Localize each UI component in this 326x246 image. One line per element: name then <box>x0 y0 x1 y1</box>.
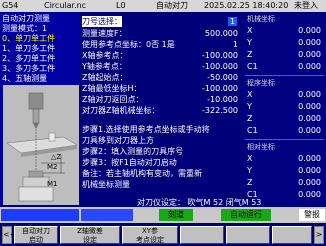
param-label: Z轴起始点： <box>82 73 128 82</box>
softkey-xy-line1: XY参 <box>141 227 159 235</box>
program-coord-y: Y 0.000 <box>247 102 321 111</box>
instruction-step3: 步骤3：按F1自动对刀启动 <box>82 158 177 167</box>
param-value[interactable]: -50.000 <box>207 72 238 83</box>
program-name: Circular.nc <box>44 1 87 10</box>
param-value[interactable]: -100.000 <box>202 61 238 72</box>
status-segment-gray <box>135 209 157 221</box>
machine-coord-z: Z 0.000 <box>247 50 321 59</box>
param-row-setter-z-machine[interactable]: 对刀器Z轴机械坐标： -322.500 <box>82 105 242 116</box>
relative-coord-z: Z 0.000 <box>247 178 321 187</box>
param-label: 对刀器Z轴机械坐标： <box>82 106 160 115</box>
tool-setter-diagram: M2 △Z M1 <box>3 85 79 205</box>
menu-item-single-tool-single-part[interactable]: 0、单刀单工件 <box>2 34 55 44</box>
tool-setter-settings: 对刀仪设定： 吹气M 52 闭气M 53 <box>137 198 261 207</box>
machine-coord-title: 机械坐标 <box>247 15 275 23</box>
air-off-label: 闭气M <box>225 198 249 207</box>
instruction-note-cont: 机械坐标测量 <box>82 180 130 189</box>
param-label: 刀号选择： <box>82 16 122 27</box>
softkey-empty-5[interactable] <box>226 226 270 244</box>
program-coord-z: Z 0.000 <box>247 114 321 123</box>
status-bar: G54 Circular.nc L0 自动对刀 2025.02.25 18:40… <box>0 0 326 12</box>
instruction-step1: 步骤1.选择使用参考点坐标或手动将 <box>82 125 210 134</box>
screen-title: 自动对刀 <box>156 1 188 10</box>
machine-coord-x: X 0.000 <box>247 26 321 35</box>
param-label: Y轴参考点： <box>82 62 127 71</box>
param-row-z-lowest[interactable]: Z轴最低坐标H： -100.000 <box>82 83 242 94</box>
instruction-step1-cont: 刀具移到对刀器上方 <box>82 136 154 145</box>
param-row-z-start[interactable]: Z轴起始点： -50.000 <box>82 72 242 83</box>
air-off-mcode: 53 <box>251 198 262 207</box>
param-row-x-reference[interactable]: X轴参考点： -100.000 <box>82 50 242 61</box>
softkey-next-arrow[interactable]: > <box>314 226 324 244</box>
program-coord-x: X 0.000 <box>247 90 321 99</box>
param-label: 使用参考点坐标：0否 1是 <box>82 40 175 49</box>
instruction-note: 备注：若主轴机构有变动，需重新 <box>82 169 202 178</box>
param-label: 测量速度F： <box>82 29 127 38</box>
param-label: X轴参考点： <box>82 51 128 60</box>
param-value[interactable]: 1 <box>233 39 238 50</box>
softkey-xy-reference[interactable]: XY参 考点设定 <box>122 226 178 244</box>
coordinate-system: G54 <box>2 1 19 10</box>
param-label: Z轴最低坐标H： <box>82 84 142 93</box>
delta-z-label: △Z <box>51 153 62 161</box>
menu-item-five-axis[interactable]: 4、五轴测量 <box>2 74 47 84</box>
status-segment-blue <box>1 209 79 221</box>
menu-item-mode[interactable]: 测量模式：1 <box>2 24 47 34</box>
status-segment-gray-2 <box>195 209 219 221</box>
param-row-use-reference[interactable]: 使用参考点坐标：0否 1是 1 <box>82 39 242 50</box>
softkey-empty-4[interactable] <box>180 226 224 244</box>
param-row-y-reference[interactable]: Y轴参考点： -100.000 <box>82 61 242 72</box>
machine-coord-y: Y 0.000 <box>247 38 321 47</box>
softkey-z-line2: 设定 <box>83 236 97 244</box>
param-value[interactable]: -322.500 <box>202 105 238 116</box>
coord-divider <box>245 75 324 76</box>
login-status: 未登入 <box>294 1 318 10</box>
menu-title: 自动对刀测量 <box>2 14 50 23</box>
softkey-xy-line2: 考点设定 <box>136 236 164 244</box>
instruction-step2: 步骤2：填入测量的刀具序号 <box>82 147 184 156</box>
softkey-f1-line1: 自动对刀 <box>22 227 50 235</box>
alarm-indicator: 警报 <box>299 209 325 221</box>
softkey-prev-arrow[interactable]: << <box>2 226 16 244</box>
status-segment-blue-2 <box>81 209 133 221</box>
param-value[interactable]: 500.000 <box>205 28 238 39</box>
auto-run-indicator: 自动运行 <box>221 209 271 221</box>
relative-coord-title: 相对坐标 <box>247 143 275 151</box>
machine-coord-c1: C1 0.000 <box>247 62 321 71</box>
param-row-z-return[interactable]: Z轴对刀返回点： -10.000 <box>82 94 242 105</box>
program-coord-title: 程序坐标 <box>247 79 275 87</box>
program-coord-c1: C1 0.000 <box>247 126 321 135</box>
relative-coord-x: X 0.000 <box>247 154 321 163</box>
datetime: 2025.02.25 18:40:20 <box>204 1 289 10</box>
param-value-input[interactable]: 1 <box>228 17 237 26</box>
m2-label: M2 <box>47 163 58 171</box>
param-value[interactable]: -100.000 <box>202 50 238 61</box>
softkey-z-line1: Z轴微差 <box>77 227 103 235</box>
softkey-z-offset[interactable]: Z轴微差 设定 <box>60 226 120 244</box>
air-blow-label: 对刀仪设定： 吹气M <box>137 198 211 207</box>
status-segment-gray-3 <box>273 209 297 221</box>
tool-length: L0 <box>116 1 126 10</box>
tool-setter-illustration <box>3 85 79 205</box>
softkey-f1-auto-tool-set[interactable]: 自动对刀 启动 <box>14 226 58 244</box>
param-row-tool-number[interactable]: 刀号选择： 1 <box>82 16 242 27</box>
param-value[interactable]: -10.000 <box>207 94 238 105</box>
coord-divider <box>245 139 324 140</box>
measure-menu-panel: 自动对刀测量 测量模式：1 0、单刀单工件 1、单刀多工件 2、多刀单工件 3、… <box>0 12 80 205</box>
air-blow-mcode: 52 <box>213 198 224 207</box>
menu-item-multi-tool-single-part[interactable]: 2、多刀单工件 <box>2 54 55 64</box>
param-row-measure-speed[interactable]: 测量速度F： 500.000 <box>82 28 242 39</box>
relative-coord-y: Y 0.000 <box>247 166 321 175</box>
param-value[interactable]: -100.000 <box>202 83 238 94</box>
param-label: Z轴对刀返回点： <box>82 95 144 104</box>
softkey-empty-6[interactable] <box>272 226 312 244</box>
menu-item-single-tool-multi-part[interactable]: 1、单刀多工件 <box>2 44 55 54</box>
m1-label: M1 <box>47 180 58 188</box>
softkey-f1-line2: 启动 <box>29 236 43 244</box>
jog-mode-indicator: 刻道 <box>159 209 193 221</box>
menu-item-multi-tool-multi-part[interactable]: 3、多刀多工件 <box>2 64 55 74</box>
